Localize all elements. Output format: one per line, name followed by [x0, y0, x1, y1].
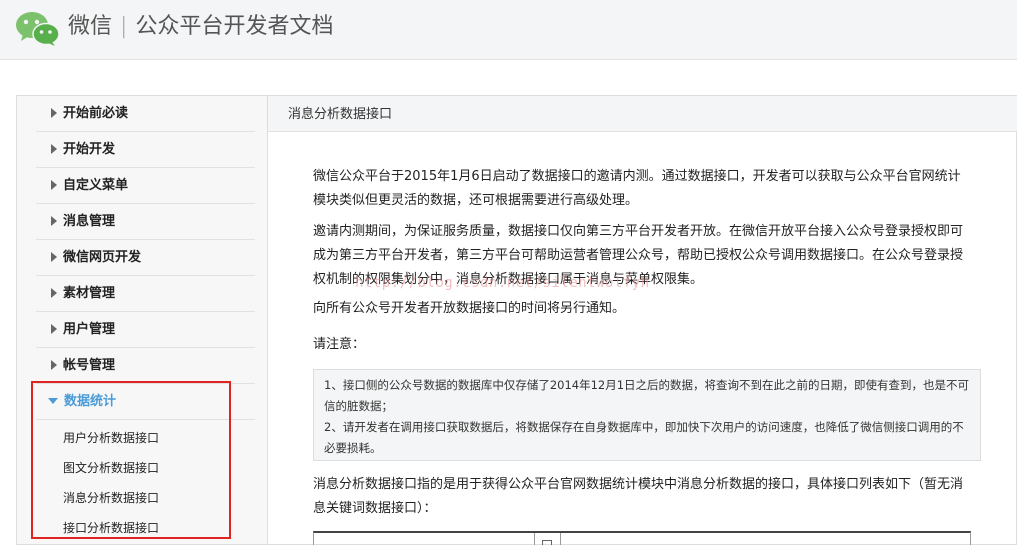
brand-title[interactable]: 微信 | 公众平台开发者文档: [68, 12, 333, 42]
sidebar-item-account-management[interactable]: 帐号管理: [36, 348, 255, 384]
annotation-highlight-box: [31, 381, 231, 539]
brand-name: 微信: [68, 14, 113, 39]
sidebar-item-getting-started[interactable]: 开始前必读: [36, 96, 255, 132]
notice-paragraph: 向所有公众号开发者开放数据接口的时间将另行通知。: [313, 301, 626, 316]
sidebar-item-custom-menu[interactable]: 自定义菜单: [36, 168, 255, 204]
sidebar-item-material-management[interactable]: 素材管理: [36, 276, 255, 312]
sidebar-item-label: 开始开发: [63, 142, 116, 157]
top-header: 微信 | 公众平台开发者文档: [0, 0, 1017, 60]
sidebar-item-message-management[interactable]: 消息管理: [36, 204, 255, 240]
watermark-text: http://blog.csdn.net/silentwolfyh: [355, 275, 650, 291]
content-header: 消息分析数据接口: [268, 96, 1017, 132]
intro-paragraph: 微信公众平台于2015年1月6日启动了数据接口的邀请内测。通过数据接口，开发者可…: [313, 169, 961, 208]
sidebar-item-label: 开始前必读: [63, 106, 129, 121]
sidebar-item-label: 素材管理: [63, 286, 116, 301]
chevron-right-icon: [51, 360, 57, 370]
notice-label: 请注意：: [313, 337, 366, 352]
chevron-right-icon: [51, 324, 57, 334]
note-item: 2、请开发者在调用接口获取数据后，将数据保存在自身数据库中，即加快下次用户的访问…: [324, 420, 964, 455]
interface-description-paragraph: 消息分析数据接口指的是用于获得公众平台官网数据统计模块中消息分析数据的接口，具体…: [313, 477, 964, 516]
chevron-right-icon: [51, 144, 57, 154]
table-divider: [560, 533, 561, 545]
chevron-right-icon: [51, 108, 57, 118]
brand-subtitle: 公众平台开发者文档: [135, 14, 334, 39]
chevron-right-icon: [51, 216, 57, 226]
sidebar-item-user-management[interactable]: 用户管理: [36, 312, 255, 348]
wechat-logo-icon: [16, 12, 60, 46]
table-divider: [534, 533, 535, 545]
sidebar-item-start-development[interactable]: 开始开发: [36, 132, 255, 168]
brand-separator: |: [120, 14, 128, 39]
sidebar-item-web-development[interactable]: 微信网页开发: [36, 240, 255, 276]
sidebar-item-label: 消息管理: [63, 214, 116, 229]
interface-table: [313, 531, 971, 545]
sidebar-item-label: 微信网页开发: [63, 250, 142, 265]
sidebar-item-label: 用户管理: [63, 322, 116, 337]
chevron-right-icon: [51, 180, 57, 190]
notes-box: 1、接口侧的公众号数据的数据库中仅存储了2014年12月1日之后的数据，将查询不…: [313, 369, 981, 461]
chevron-right-icon: [51, 288, 57, 298]
sidebar-nav: 开始前必读 开始开发 自定义菜单 消息管理 微信网页开发 素材管理 用户管理 帐…: [16, 95, 267, 545]
note-item: 1、接口侧的公众号数据的数据库中仅存储了2014年12月1日之后的数据，将查询不…: [324, 378, 970, 413]
table-cell-marker: [542, 540, 552, 545]
main-content: 消息分析数据接口 微信公众平台于2015年1月6日启动了数据接口的邀请内测。通过…: [267, 95, 1017, 545]
chevron-right-icon: [51, 252, 57, 262]
page-title: 消息分析数据接口: [288, 107, 393, 122]
sidebar-item-label: 帐号管理: [63, 358, 116, 373]
sidebar-item-label: 自定义菜单: [63, 178, 129, 193]
